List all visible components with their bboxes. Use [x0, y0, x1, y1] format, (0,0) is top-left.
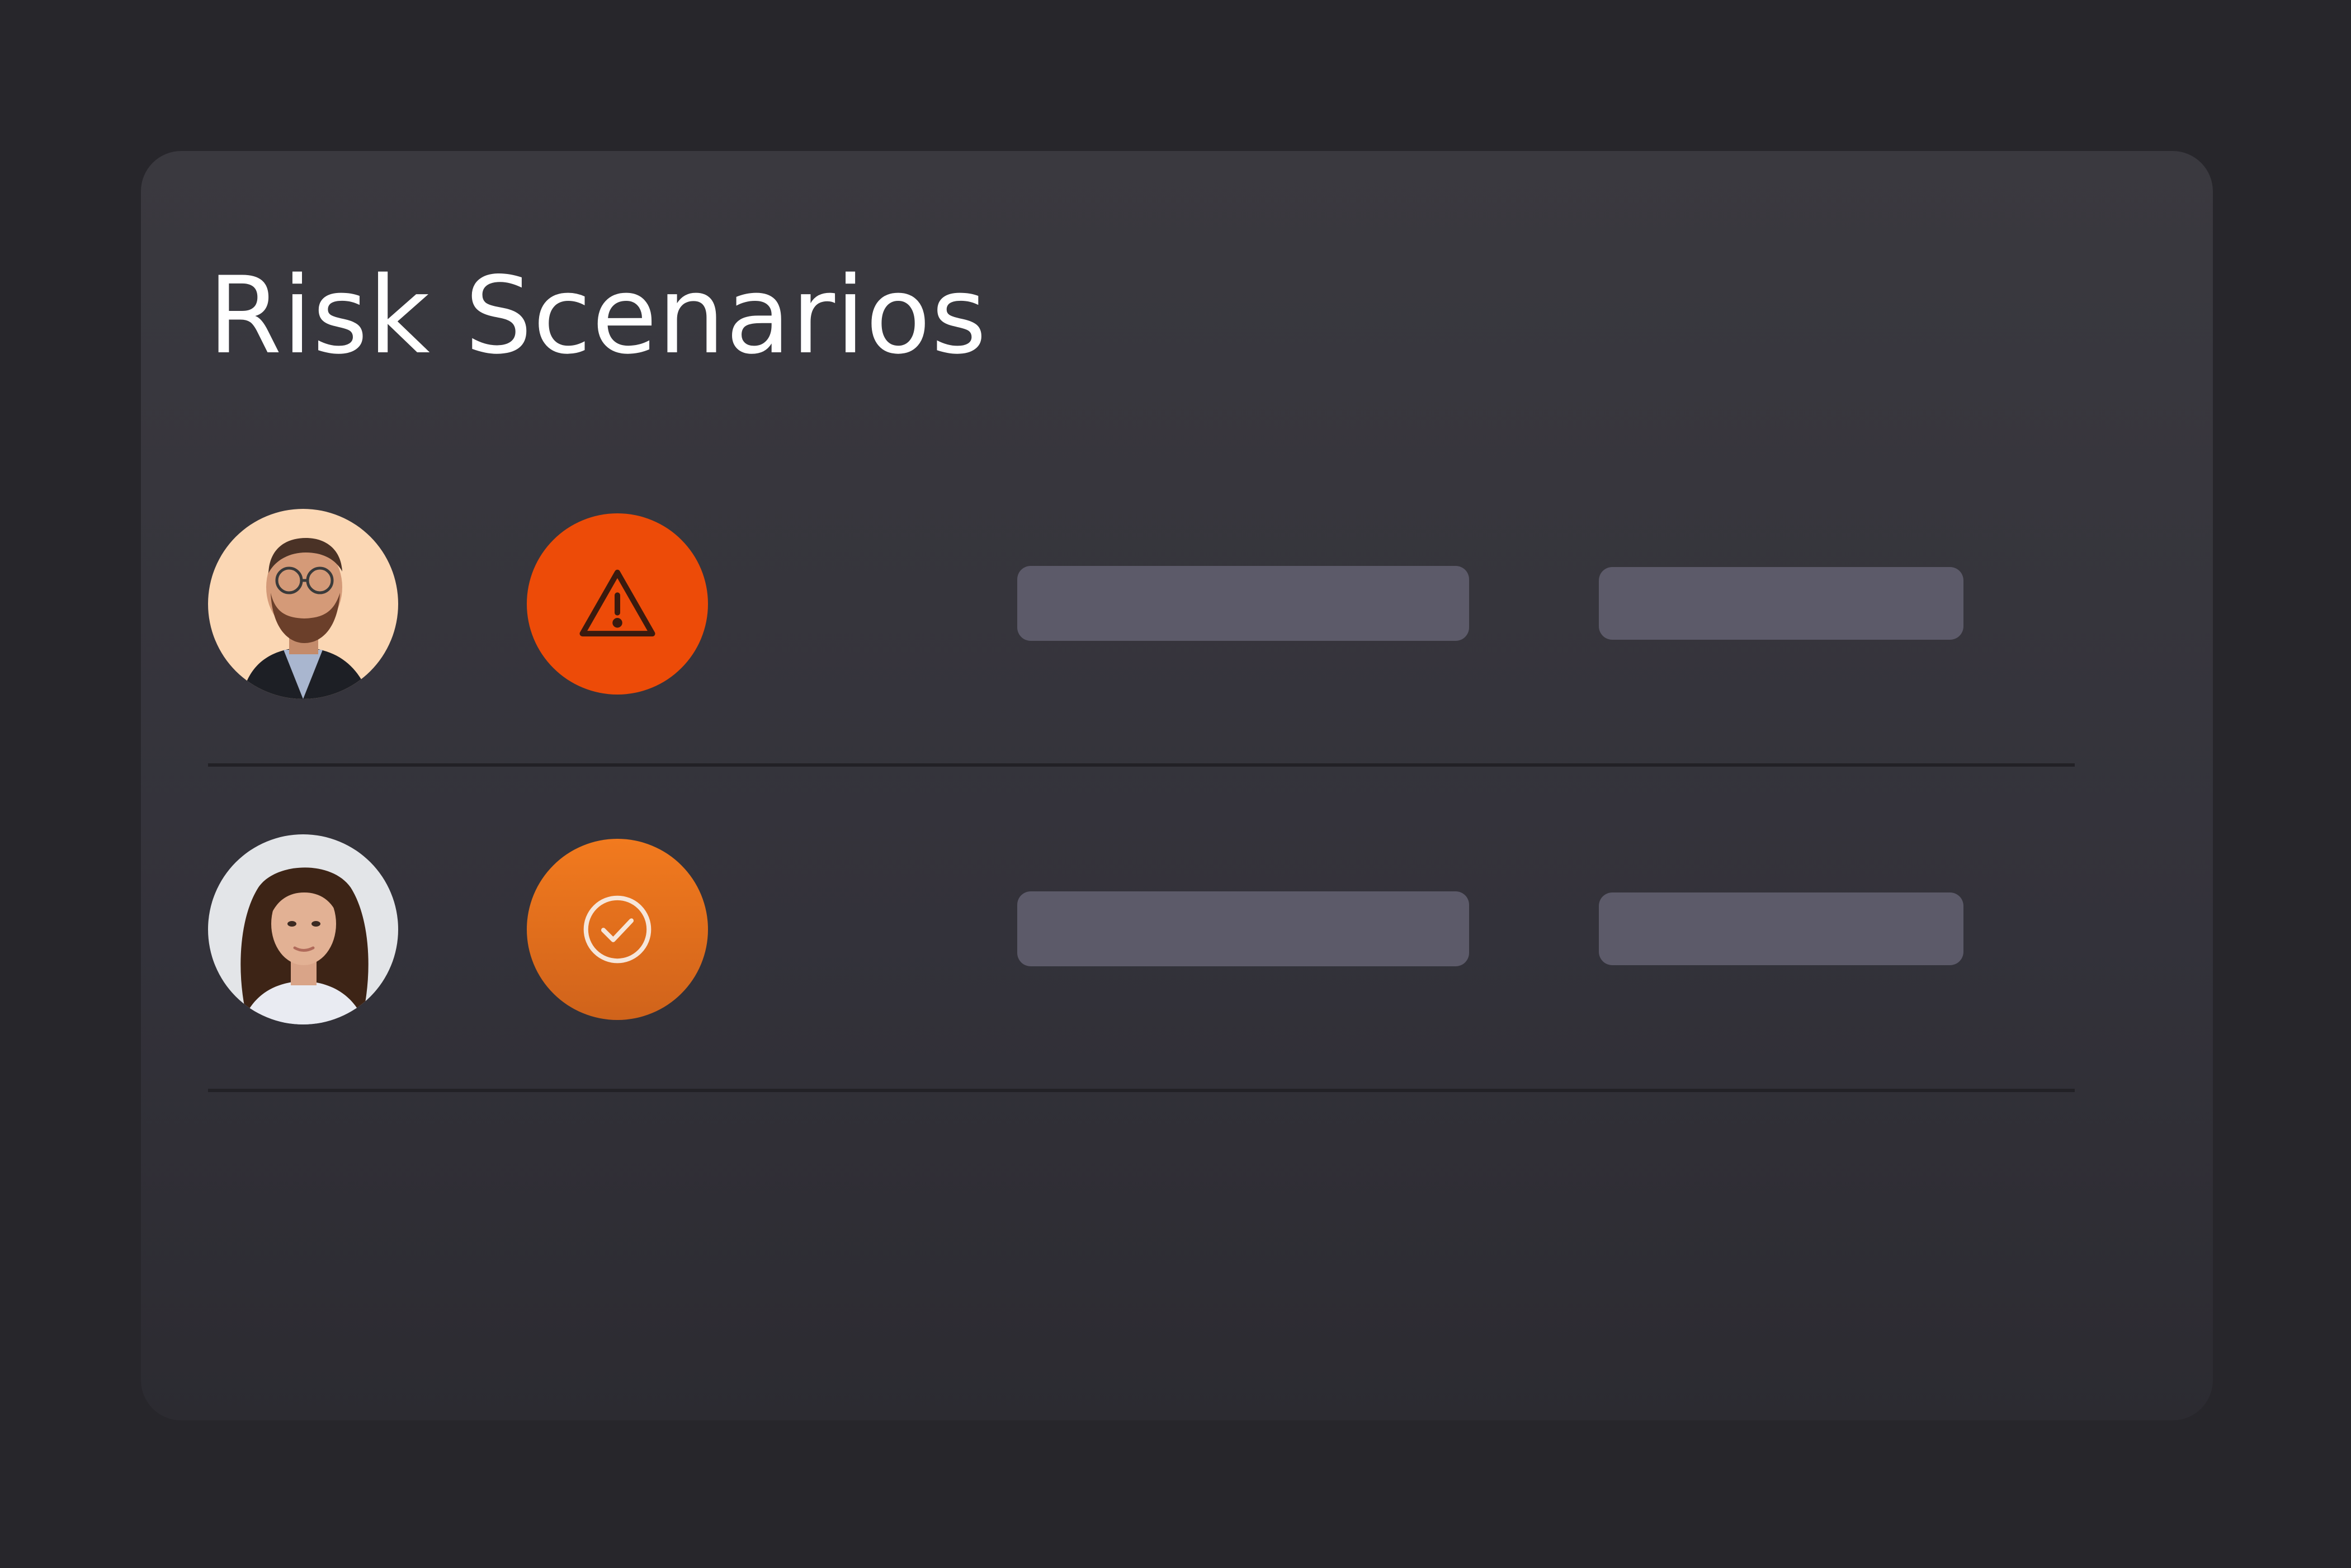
placeholder-bar — [1017, 566, 1469, 641]
risk-scenarios-card: Risk Scenarios — [141, 151, 2213, 1420]
card-title: Risk Scenarios — [208, 254, 988, 377]
warning-status-badge[interactable] — [527, 513, 708, 695]
avatar[interactable] — [208, 834, 398, 1024]
avatar[interactable] — [208, 509, 398, 699]
person-avatar-man-icon — [208, 509, 398, 699]
placeholder-bar — [1599, 567, 1963, 640]
ok-status-badge[interactable] — [527, 839, 708, 1020]
check-circle-icon — [583, 895, 652, 964]
person-avatar-woman-icon — [208, 834, 398, 1024]
placeholder-bar — [1599, 892, 1963, 965]
risk-scenario-row[interactable] — [141, 834, 2213, 1024]
row-divider — [208, 763, 2075, 767]
warning-triangle-icon — [579, 569, 655, 637]
placeholder-bar — [1017, 891, 1469, 966]
risk-scenario-row[interactable] — [141, 509, 2213, 699]
row-divider — [208, 1089, 2075, 1092]
